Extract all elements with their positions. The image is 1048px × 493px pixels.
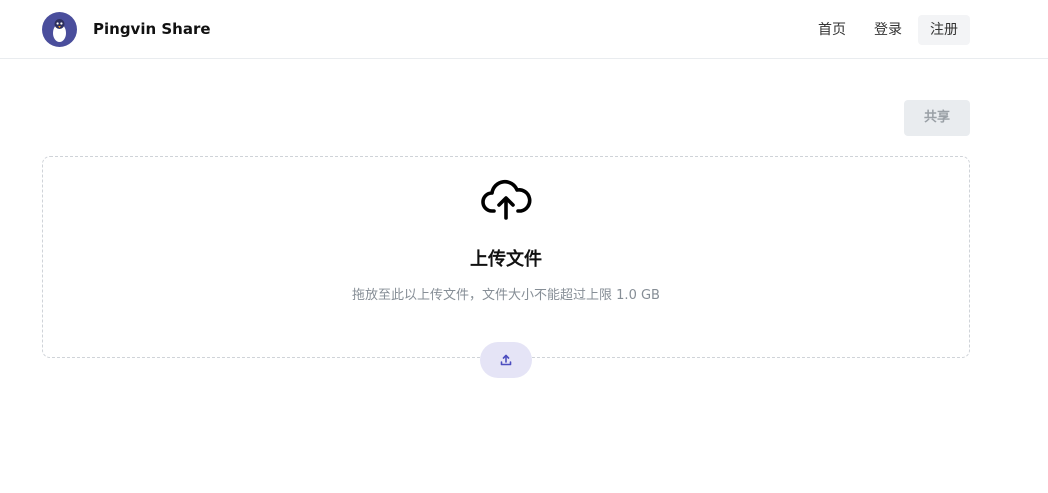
dropzone-subtitle: 拖放至此以上传文件，文件大小不能超过上限 1.0 GB bbox=[352, 288, 660, 303]
nav-login-link[interactable]: 登录 bbox=[862, 15, 914, 45]
app-header: Pingvin Share 首页 登录 注册 bbox=[0, 0, 1048, 59]
nav-register-link[interactable]: 注册 bbox=[918, 15, 970, 45]
dropzone-title: 上传文件 bbox=[470, 249, 542, 270]
app-title[interactable]: Pingvin Share bbox=[93, 19, 211, 39]
upload-icon bbox=[500, 354, 512, 366]
penguin-logo-icon[interactable] bbox=[42, 12, 77, 47]
share-button[interactable]: 共享 bbox=[904, 100, 970, 136]
top-nav: 首页 登录 注册 bbox=[806, 15, 970, 45]
upload-button[interactable] bbox=[480, 342, 532, 378]
nav-home-link[interactable]: 首页 bbox=[806, 15, 858, 45]
cloud-upload-icon bbox=[481, 179, 532, 220]
